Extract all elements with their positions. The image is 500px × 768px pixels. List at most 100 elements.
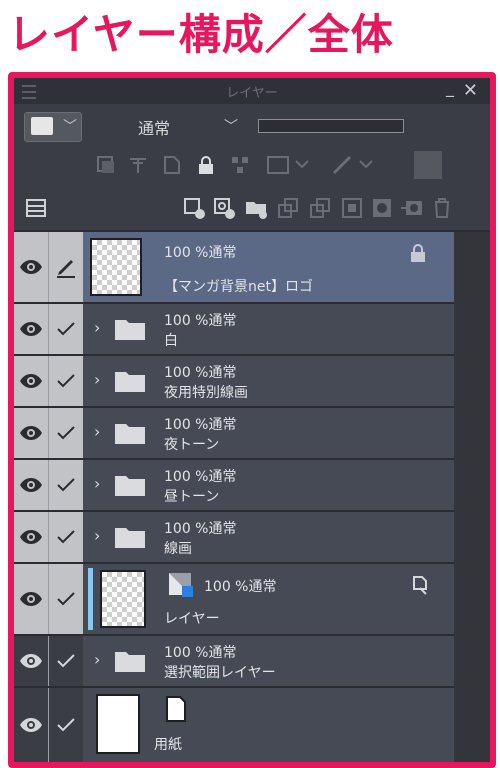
- layer-name: 選択範囲レイヤー: [164, 665, 276, 681]
- edit-target-toggle[interactable]: [49, 636, 83, 686]
- layer-row[interactable]: 用紙: [14, 688, 454, 762]
- check-icon: [57, 530, 75, 544]
- apply-mask-icon[interactable]: [400, 196, 424, 220]
- eye-icon: [20, 592, 42, 606]
- layer-row[interactable]: › 100 %通常 白: [14, 304, 454, 356]
- edit-target-toggle[interactable]: [49, 460, 83, 510]
- folder-icon: [115, 320, 145, 340]
- transfer-down-icon[interactable]: [276, 196, 300, 220]
- layer-row[interactable]: › 100 %通常 選択範囲レイヤー: [14, 636, 454, 688]
- expand-chevron-icon[interactable]: ›: [94, 474, 100, 493]
- eye-icon: [20, 260, 42, 274]
- clip-icon[interactable]: [94, 153, 118, 177]
- visibility-toggle[interactable]: [14, 408, 49, 458]
- draft-layer-icon: [169, 573, 193, 597]
- blend-mode-value: 通常: [138, 119, 171, 138]
- visibility-toggle[interactable]: [14, 636, 49, 686]
- folder-icon: [115, 652, 145, 672]
- check-icon: [57, 426, 75, 440]
- visibility-toggle[interactable]: [14, 232, 49, 302]
- mask-dropdown[interactable]: [266, 153, 320, 177]
- layer-row[interactable]: › 100 %通常 昼トーン: [14, 460, 454, 512]
- visibility-toggle[interactable]: [14, 356, 49, 406]
- layer-opacity-mode: 100 %通常: [164, 469, 237, 485]
- new-raster-layer-icon[interactable]: [182, 196, 206, 220]
- reference-icon[interactable]: [126, 153, 150, 177]
- edit-target-toggle[interactable]: [49, 688, 83, 762]
- trash-icon[interactable]: [430, 196, 454, 220]
- check-icon: [57, 592, 75, 606]
- eye-icon: [20, 374, 42, 388]
- panel-titlebar: レイヤー _ ✕: [14, 78, 490, 104]
- blend-mode-select[interactable]: 通常 ﹀: [108, 112, 248, 140]
- minimize-button[interactable]: _: [446, 78, 454, 97]
- merge-visible-icon[interactable]: [340, 196, 364, 220]
- layer-color-dropdown[interactable]: ﹀: [24, 112, 82, 142]
- visibility-toggle[interactable]: [14, 688, 49, 762]
- visibility-toggle[interactable]: [14, 564, 49, 634]
- layer-thumbnail: [96, 694, 140, 754]
- layer-opacity-mode: 100 %通常: [164, 365, 237, 381]
- visibility-toggle[interactable]: [14, 304, 49, 354]
- layer-name: 線画: [164, 541, 192, 557]
- new-folder-icon[interactable]: [244, 196, 268, 220]
- eye-icon: [20, 718, 42, 732]
- layer-opacity-mode: 100 %通常: [164, 245, 237, 261]
- check-icon: [57, 654, 75, 668]
- edit-target-toggle[interactable]: [49, 564, 83, 634]
- eye-icon: [20, 426, 42, 440]
- expand-chevron-icon[interactable]: ›: [94, 526, 100, 545]
- check-icon: [57, 478, 75, 492]
- layer-command-toolbar: [14, 186, 490, 232]
- layer-property-icon[interactable]: [24, 196, 48, 220]
- lock-icon[interactable]: [194, 153, 218, 177]
- layer-name: 白: [164, 333, 178, 349]
- layer-row[interactable]: 100 %通常 レイヤー: [14, 564, 454, 636]
- edit-target-toggle[interactable]: [49, 304, 83, 354]
- layer-list: 100 %通常 【マンガ背景net】ロゴ › 100 %通常 白 › 100 %…: [14, 232, 490, 762]
- draft-layer-icon[interactable]: [160, 153, 184, 177]
- expand-chevron-icon[interactable]: ›: [94, 370, 100, 389]
- create-mask-icon[interactable]: [370, 196, 394, 220]
- layer-panel: レイヤー _ ✕ ﹀ 通常 ﹀ 100 %通常 【マンガ背景net】ロゴ › 1…: [8, 72, 496, 768]
- edit-target-toggle[interactable]: [49, 232, 83, 302]
- layer-color-button[interactable]: [414, 151, 442, 179]
- layer-opacity-mode: 100 %通常: [164, 521, 237, 537]
- layer-row[interactable]: › 100 %通常 夜用特別線画: [14, 356, 454, 408]
- new-vector-layer-icon[interactable]: [212, 196, 236, 220]
- visibility-toggle[interactable]: [14, 460, 49, 510]
- layer-name: 昼トーン: [164, 489, 220, 505]
- expand-chevron-icon[interactable]: ›: [94, 318, 100, 337]
- edit-target-toggle[interactable]: [49, 356, 83, 406]
- visibility-toggle[interactable]: [14, 512, 49, 562]
- layer-row[interactable]: 100 %通常 【マンガ背景net】ロゴ: [14, 232, 454, 304]
- layer-row[interactable]: › 100 %通常 夜トーン: [14, 408, 454, 460]
- merge-down-icon[interactable]: [308, 196, 332, 220]
- layer-row[interactable]: › 100 %通常 線画: [14, 512, 454, 564]
- page-title: レイヤー構成／全体: [8, 10, 394, 59]
- layer-opacity-mode: 100 %通常: [164, 645, 237, 661]
- eye-icon: [20, 654, 42, 668]
- expand-chevron-icon[interactable]: ›: [94, 650, 100, 669]
- layer-name: 夜用特別線画: [164, 385, 248, 401]
- layer-name: 用紙: [154, 737, 182, 753]
- eye-icon: [20, 322, 42, 336]
- folder-icon: [115, 528, 145, 548]
- edit-target-toggle[interactable]: [49, 512, 83, 562]
- folder-icon: [115, 476, 145, 496]
- check-icon: [57, 718, 75, 732]
- pen-icon: [57, 260, 75, 278]
- folder-icon: [115, 372, 145, 392]
- color-swatch-icon: [31, 117, 53, 135]
- scrollbar[interactable]: [454, 232, 490, 762]
- lock-icon: [411, 244, 425, 262]
- edit-target-toggle[interactable]: [49, 408, 83, 458]
- lock-transparency-icon[interactable]: [228, 153, 252, 177]
- layer-color-bar: [88, 568, 93, 630]
- paper-icon: [166, 696, 186, 722]
- close-button[interactable]: ✕: [463, 80, 478, 101]
- layer-name: 【マンガ背景net】ロゴ: [164, 279, 313, 295]
- opacity-slider[interactable]: [258, 119, 404, 133]
- expand-chevron-icon[interactable]: ›: [94, 422, 100, 441]
- ruler-dropdown[interactable]: [330, 153, 384, 177]
